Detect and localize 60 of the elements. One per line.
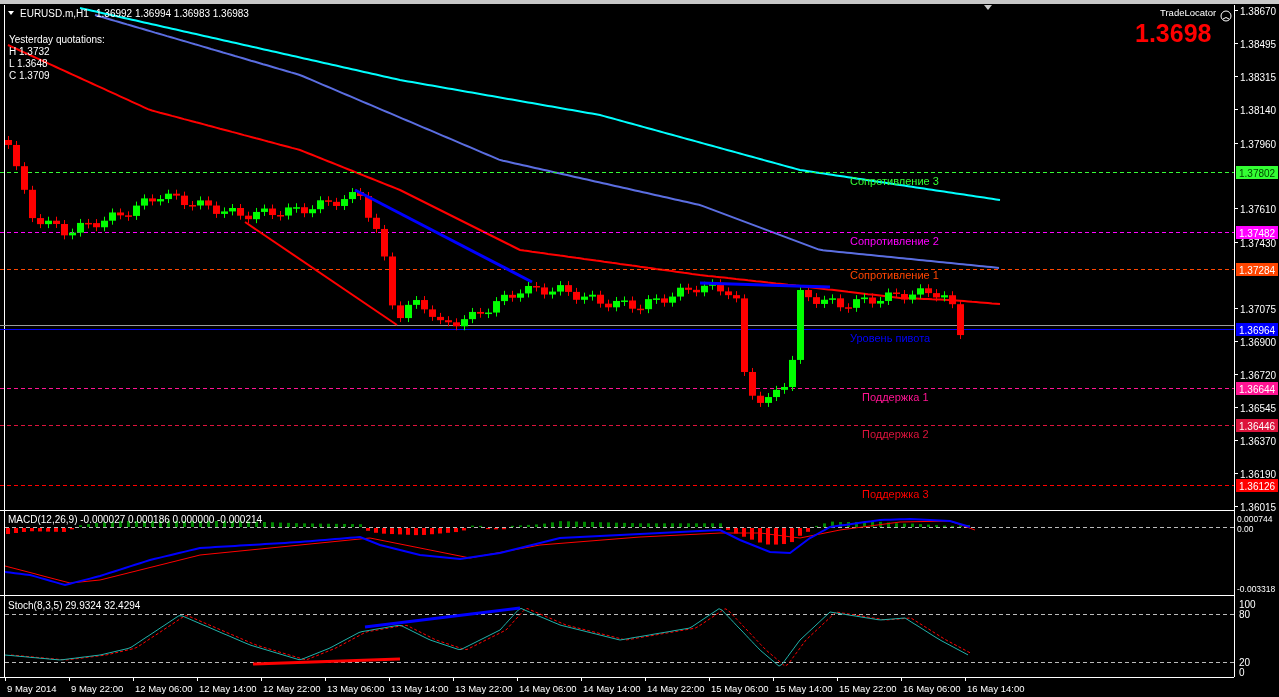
time-axis-label: 14 May 14:00 [583, 683, 641, 694]
time-axis-label: 16 May 14:00 [967, 683, 1025, 694]
price-axis-label: 1.38670 [1240, 5, 1277, 17]
current-price: 1.3698 [1135, 19, 1212, 47]
indicator-label: Stoch(8,3,5) 29.9324 32.4294 [8, 600, 141, 611]
level-label: Поддержка 2 [862, 427, 929, 440]
yesterday-value: L 1.3648 [9, 58, 48, 69]
price-axis-label: 1.37430 [1240, 237, 1277, 249]
indicator-axis-label: 0 [1239, 667, 1245, 678]
price-axis-label: 1.38140 [1240, 104, 1277, 116]
face-icon [1220, 10, 1232, 22]
price-tag: 1.37482 [1236, 226, 1278, 239]
price-axis-label: 1.36370 [1240, 435, 1277, 447]
time-axis-label: 14 May 22:00 [647, 683, 705, 694]
price-axis-label: 1.38495 [1240, 38, 1277, 50]
time-axis-label: 13 May 06:00 [327, 683, 385, 694]
time-axis-label: 15 May 22:00 [839, 683, 897, 694]
time-axis-label: 12 May 06:00 [135, 683, 193, 694]
price-axis-label: 1.36545 [1240, 402, 1277, 414]
price-axis-label: 1.37075 [1240, 303, 1277, 315]
price-tag: 1.37802 [1236, 166, 1278, 179]
indicator-axis-label: -0.003318 [1237, 584, 1276, 594]
time-axis-label: 15 May 14:00 [775, 683, 833, 694]
time-axis-label: 9 May 22:00 [71, 683, 124, 694]
indicator-axis-label: 0.000744 [1237, 514, 1273, 524]
level-label: Сопротивление 1 [850, 268, 939, 281]
level-label: Сопротивление 2 [850, 234, 939, 247]
indicator-label: MACD(12,26,9) -0.000027 0.000186 0.000000 -0.000214 [8, 514, 263, 525]
time-axis-label: 15 May 06:00 [711, 683, 769, 694]
price-axis-label: 1.36190 [1240, 468, 1277, 480]
price-axis-label: 1.36720 [1240, 369, 1277, 381]
time-axis-label: 9 May 2014 [7, 683, 57, 694]
time-axis-label: 12 May 22:00 [263, 683, 321, 694]
time-axis-label: 14 May 06:00 [519, 683, 577, 694]
price-tag: 1.37284 [1236, 263, 1278, 276]
yesterday-title: Yesterday quotations: [9, 34, 105, 45]
time-axis-label: 12 May 14:00 [199, 683, 257, 694]
price-axis-label: 1.37960 [1240, 138, 1277, 150]
level-label: Поддержка 1 [862, 390, 929, 403]
time-axis-label: 13 May 14:00 [391, 683, 449, 694]
indicator-axis-label: 80 [1239, 609, 1251, 620]
price-tag: 1.36446 [1236, 419, 1278, 432]
price-axis-label: 1.37610 [1240, 203, 1277, 215]
price-tag: 1.36644 [1236, 382, 1278, 395]
level-label: Уровень пивота [850, 331, 931, 344]
price-axis-label: 1.36015 [1240, 501, 1277, 513]
chart-symbol: EURUSD.m,H1 [20, 8, 89, 19]
indicator-axis-label: 100 [1239, 599, 1256, 610]
price-axis-label: 1.36900 [1240, 336, 1277, 348]
indicator-axis-label: 0.00 [1237, 524, 1254, 534]
price-axis-label: 1.38315 [1240, 71, 1277, 83]
level-label: Поддержка 3 [862, 487, 929, 500]
indicator-axis-label: 20 [1239, 657, 1251, 668]
time-axis-label: 16 May 06:00 [903, 683, 961, 694]
time-axis-label: 13 May 22:00 [455, 683, 513, 694]
price-tag: 1.36964 [1236, 323, 1278, 336]
price-tag: 1.36126 [1236, 479, 1278, 492]
yesterday-value: C 1.3709 [9, 70, 50, 81]
indicator-label: TradeLocator [1160, 7, 1217, 18]
dropdown-icon[interactable] [8, 11, 14, 15]
